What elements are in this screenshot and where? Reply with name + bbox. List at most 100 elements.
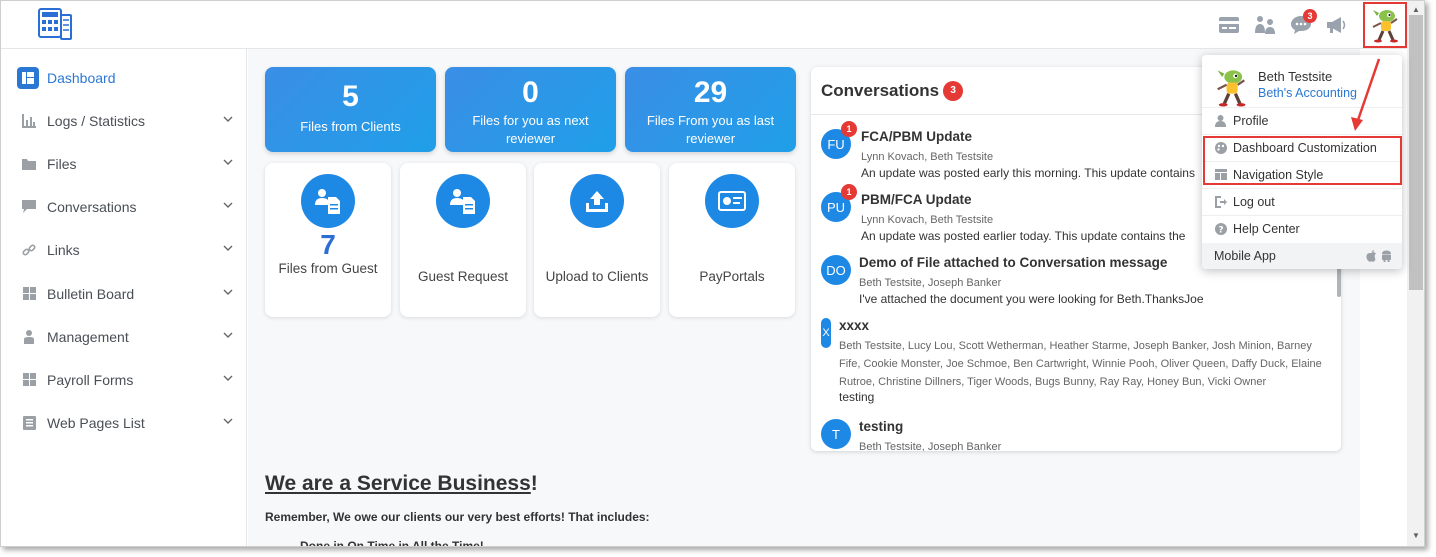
user-avatar-button[interactable] <box>1363 2 1407 48</box>
dashboard-icon <box>17 66 39 89</box>
conversation-title: xxxx <box>839 318 870 333</box>
sidebar-item-label: Links <box>47 241 80 258</box>
menu-item-dashboard-customization[interactable]: Dashboard Customization <box>1202 134 1402 160</box>
chart-icon <box>21 113 37 129</box>
tile-label: PayPortals <box>699 269 765 284</box>
person-icon <box>1214 114 1227 127</box>
menu-item-label: Profile <box>1233 113 1269 128</box>
board-icon <box>21 286 37 302</box>
avatar: X <box>821 318 831 348</box>
sidebar-item-links[interactable]: Links <box>1 228 247 271</box>
folder-icon <box>21 156 37 172</box>
chat-icon[interactable]: 3 <box>1283 7 1319 43</box>
grid-icon <box>21 372 37 388</box>
app-window: 3 Dashboard Logs / Statistics Files Conv… <box>0 0 1425 547</box>
sidebar-item-payroll-forms[interactable]: Payroll Forms <box>1 358 247 401</box>
user-avatar-icon <box>1372 10 1398 43</box>
apple-icon[interactable] <box>1366 250 1377 262</box>
sidebar-item-logs-statistics[interactable]: Logs / Statistics <box>1 99 247 142</box>
unread-badge: 1 <box>841 184 857 200</box>
menu-item-help-center[interactable]: ? Help Center <box>1202 215 1402 241</box>
guest-file-icon <box>301 174 355 228</box>
conversation-preview: An update was posted earlier today. This… <box>861 229 1186 243</box>
chevron-down-icon <box>223 245 233 251</box>
sidebar-item-label: Payroll Forms <box>47 371 134 388</box>
avatar <box>1217 70 1246 107</box>
tile-value: 7 <box>320 229 336 260</box>
tile-files-from-guest[interactable]: 7 Files from Guest <box>265 163 391 317</box>
sidebar-item-dashboard[interactable]: Dashboard <box>1 56 247 99</box>
tile-label: Guest Request <box>417 269 509 284</box>
users-icon[interactable] <box>1247 7 1283 43</box>
upload-icon <box>570 174 624 228</box>
menu-item-log-out[interactable]: Log out <box>1202 188 1402 214</box>
menu-item-profile[interactable]: Profile <box>1202 107 1402 133</box>
top-bar: 3 <box>1 1 1407 49</box>
scroll-thumb[interactable] <box>1409 15 1423 290</box>
sidebar-item-management[interactable]: Management <box>1 315 247 358</box>
stat-card-last-reviewer[interactable]: 29 Files From you as last reviewer <box>625 67 796 152</box>
card-icon[interactable] <box>1211 7 1247 43</box>
tile-upload-to-clients[interactable]: Upload to Clients <box>534 163 660 317</box>
stat-label: Files for you as next reviewer <box>472 113 589 146</box>
unread-badge: 1 <box>841 121 857 137</box>
conversation-item[interactable]: X xxxx Beth Testsite, Lucy Lou, Scott We… <box>821 318 1326 408</box>
palette-icon <box>1214 141 1227 154</box>
sidebar-item-conversations[interactable]: Conversations <box>1 185 247 228</box>
service-list-item: Done in On Time in All the Time! <box>300 539 484 547</box>
chevron-down-icon <box>223 159 233 165</box>
user-menu-dropdown: Beth Testsite Beth's Accounting Profile … <box>1202 55 1402 269</box>
conversations-title: Conversations <box>821 80 940 100</box>
user-info: Beth Testsite Beth's Accounting <box>1212 65 1397 111</box>
service-subtitle: Remember, We owe our clients our very be… <box>265 510 650 524</box>
menu-item-label: Dashboard Customization <box>1233 140 1377 155</box>
menu-item-label: Help Center <box>1233 221 1300 236</box>
sidebar-item-label: Files <box>47 155 77 172</box>
sidebar-item-web-pages-list[interactable]: Web Pages List <box>1 401 247 444</box>
help-icon: ? <box>1214 222 1227 235</box>
svg-text:?: ? <box>1218 225 1223 235</box>
chat-badge: 3 <box>1303 9 1317 23</box>
conversation-participants: Beth Testsite, Joseph Banker <box>859 277 1002 289</box>
menu-item-navigation-style[interactable]: Navigation Style <box>1202 161 1402 187</box>
chevron-down-icon <box>223 418 233 424</box>
link-icon <box>21 242 37 258</box>
conversation-participants: Beth Testsite, Joseph Banker <box>859 441 1002 451</box>
sidebar-item-label: Management <box>47 328 129 345</box>
menu-item-label: Mobile App <box>1214 249 1276 263</box>
chevron-down-icon <box>223 202 233 208</box>
chevron-down-icon <box>223 332 233 338</box>
chevron-down-icon <box>223 375 233 381</box>
page-scrollbar[interactable]: ▲ ▼ <box>1407 1 1424 546</box>
android-icon[interactable] <box>1381 250 1392 262</box>
stat-label: Files From you as last reviewer <box>646 113 775 146</box>
megaphone-icon[interactable] <box>1319 7 1355 43</box>
logout-icon <box>1214 195 1227 208</box>
stat-value: 5 <box>342 80 359 113</box>
conversation-item[interactable]: T testing Beth Testsite, Joseph Banker <box>821 419 1326 451</box>
menu-item-label: Navigation Style <box>1233 167 1324 182</box>
stat-card-next-reviewer[interactable]: 0 Files for you as next reviewer <box>445 67 616 152</box>
stat-value: 0 <box>522 76 539 109</box>
stat-value: 29 <box>693 76 728 109</box>
menu-item-mobile-app[interactable]: Mobile App <box>1202 243 1402 269</box>
stat-card-files-from-clients[interactable]: 5 Files from Clients <box>265 67 436 152</box>
conversation-title: FCA/PBM Update <box>861 129 972 144</box>
app-logo-icon[interactable] <box>35 7 75 43</box>
sidebar-item-files[interactable]: Files <box>1 142 247 185</box>
scroll-down-icon[interactable]: ▼ <box>1412 531 1420 540</box>
tile-label: Files from Guest <box>278 261 378 276</box>
conversation-preview: testing <box>839 390 875 404</box>
sidebar-item-label: Web Pages List <box>47 414 145 431</box>
sidebar-item-label: Bulletin Board <box>47 285 135 302</box>
dashboard-main: 5 Files from Clients 0 Files for you as … <box>248 49 1360 547</box>
conversation-preview: I've attached the document you were look… <box>859 292 1204 306</box>
tile-label: Upload to Clients <box>545 269 649 284</box>
sidebar-item-label: Dashboard <box>47 69 116 86</box>
scroll-up-icon[interactable]: ▲ <box>1412 5 1420 14</box>
chevron-down-icon <box>223 289 233 295</box>
tile-payportals[interactable]: PayPortals <box>669 163 795 317</box>
company-link[interactable]: Beth's Accounting <box>1258 86 1357 100</box>
tile-guest-request[interactable]: Guest Request <box>400 163 526 317</box>
sidebar-item-bulletin-board[interactable]: Bulletin Board <box>1 272 247 315</box>
